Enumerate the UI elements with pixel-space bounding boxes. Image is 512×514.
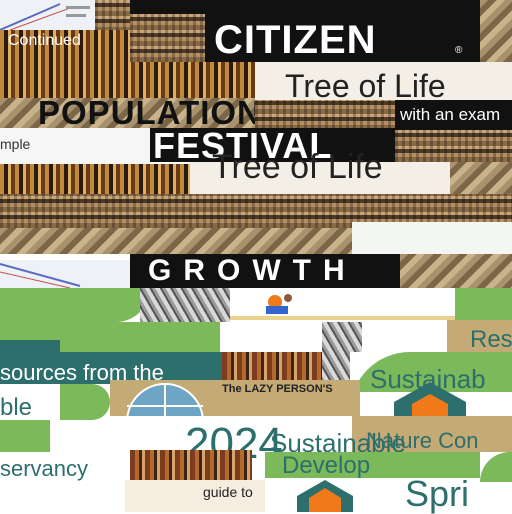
tree-photo — [450, 162, 512, 194]
chart-thumbnail — [0, 0, 95, 32]
header-band — [130, 0, 480, 14]
spring-title: Spri — [405, 473, 470, 514]
crowd-photo — [95, 0, 130, 32]
res-label: Res — [470, 326, 512, 353]
green-arc — [60, 384, 110, 420]
tree-of-life-mid: Tree of Life — [212, 148, 383, 186]
illustration-card — [230, 288, 455, 322]
crowd-photo — [395, 130, 512, 162]
pattern-strip — [0, 164, 190, 194]
bw-photo — [140, 288, 230, 322]
green-banner — [0, 288, 150, 322]
tree-photo — [480, 0, 512, 62]
continued-label: Continued — [8, 32, 81, 49]
chart-card — [352, 222, 512, 254]
chart-thumbnail — [0, 260, 130, 290]
person-illustration-icon — [230, 294, 455, 320]
bookshelf-photo — [130, 450, 252, 480]
green-banner — [455, 288, 512, 322]
conservancy-text: servancy — [0, 456, 89, 481]
house-logo-icon — [394, 382, 466, 420]
guide-to-label: guide to — [203, 484, 253, 500]
tree-photo — [400, 254, 512, 290]
registered-mark: ® — [455, 45, 463, 56]
citizen-title: CITIZEN — [214, 18, 377, 62]
house-logo-icon — [297, 480, 353, 512]
tree-photo — [0, 228, 352, 254]
development-title: Develop — [282, 452, 371, 479]
chart-thumbnail-icon — [0, 263, 81, 289]
globe-icon — [126, 383, 204, 416]
crowd-photo — [130, 14, 205, 62]
growth-title: GROWTH — [148, 254, 357, 287]
green-circle — [480, 452, 512, 482]
ble-text: ble — [0, 394, 33, 421]
ample-text: mple — [0, 136, 31, 152]
pattern-strip — [0, 62, 255, 98]
chart-thumbnail-icon — [0, 3, 90, 31]
lazy-person-title: The LAZY PERSON'S — [222, 383, 333, 395]
with-example-caption: with an exam — [400, 105, 501, 124]
tree-of-life-top: Tree of Life — [285, 68, 446, 104]
